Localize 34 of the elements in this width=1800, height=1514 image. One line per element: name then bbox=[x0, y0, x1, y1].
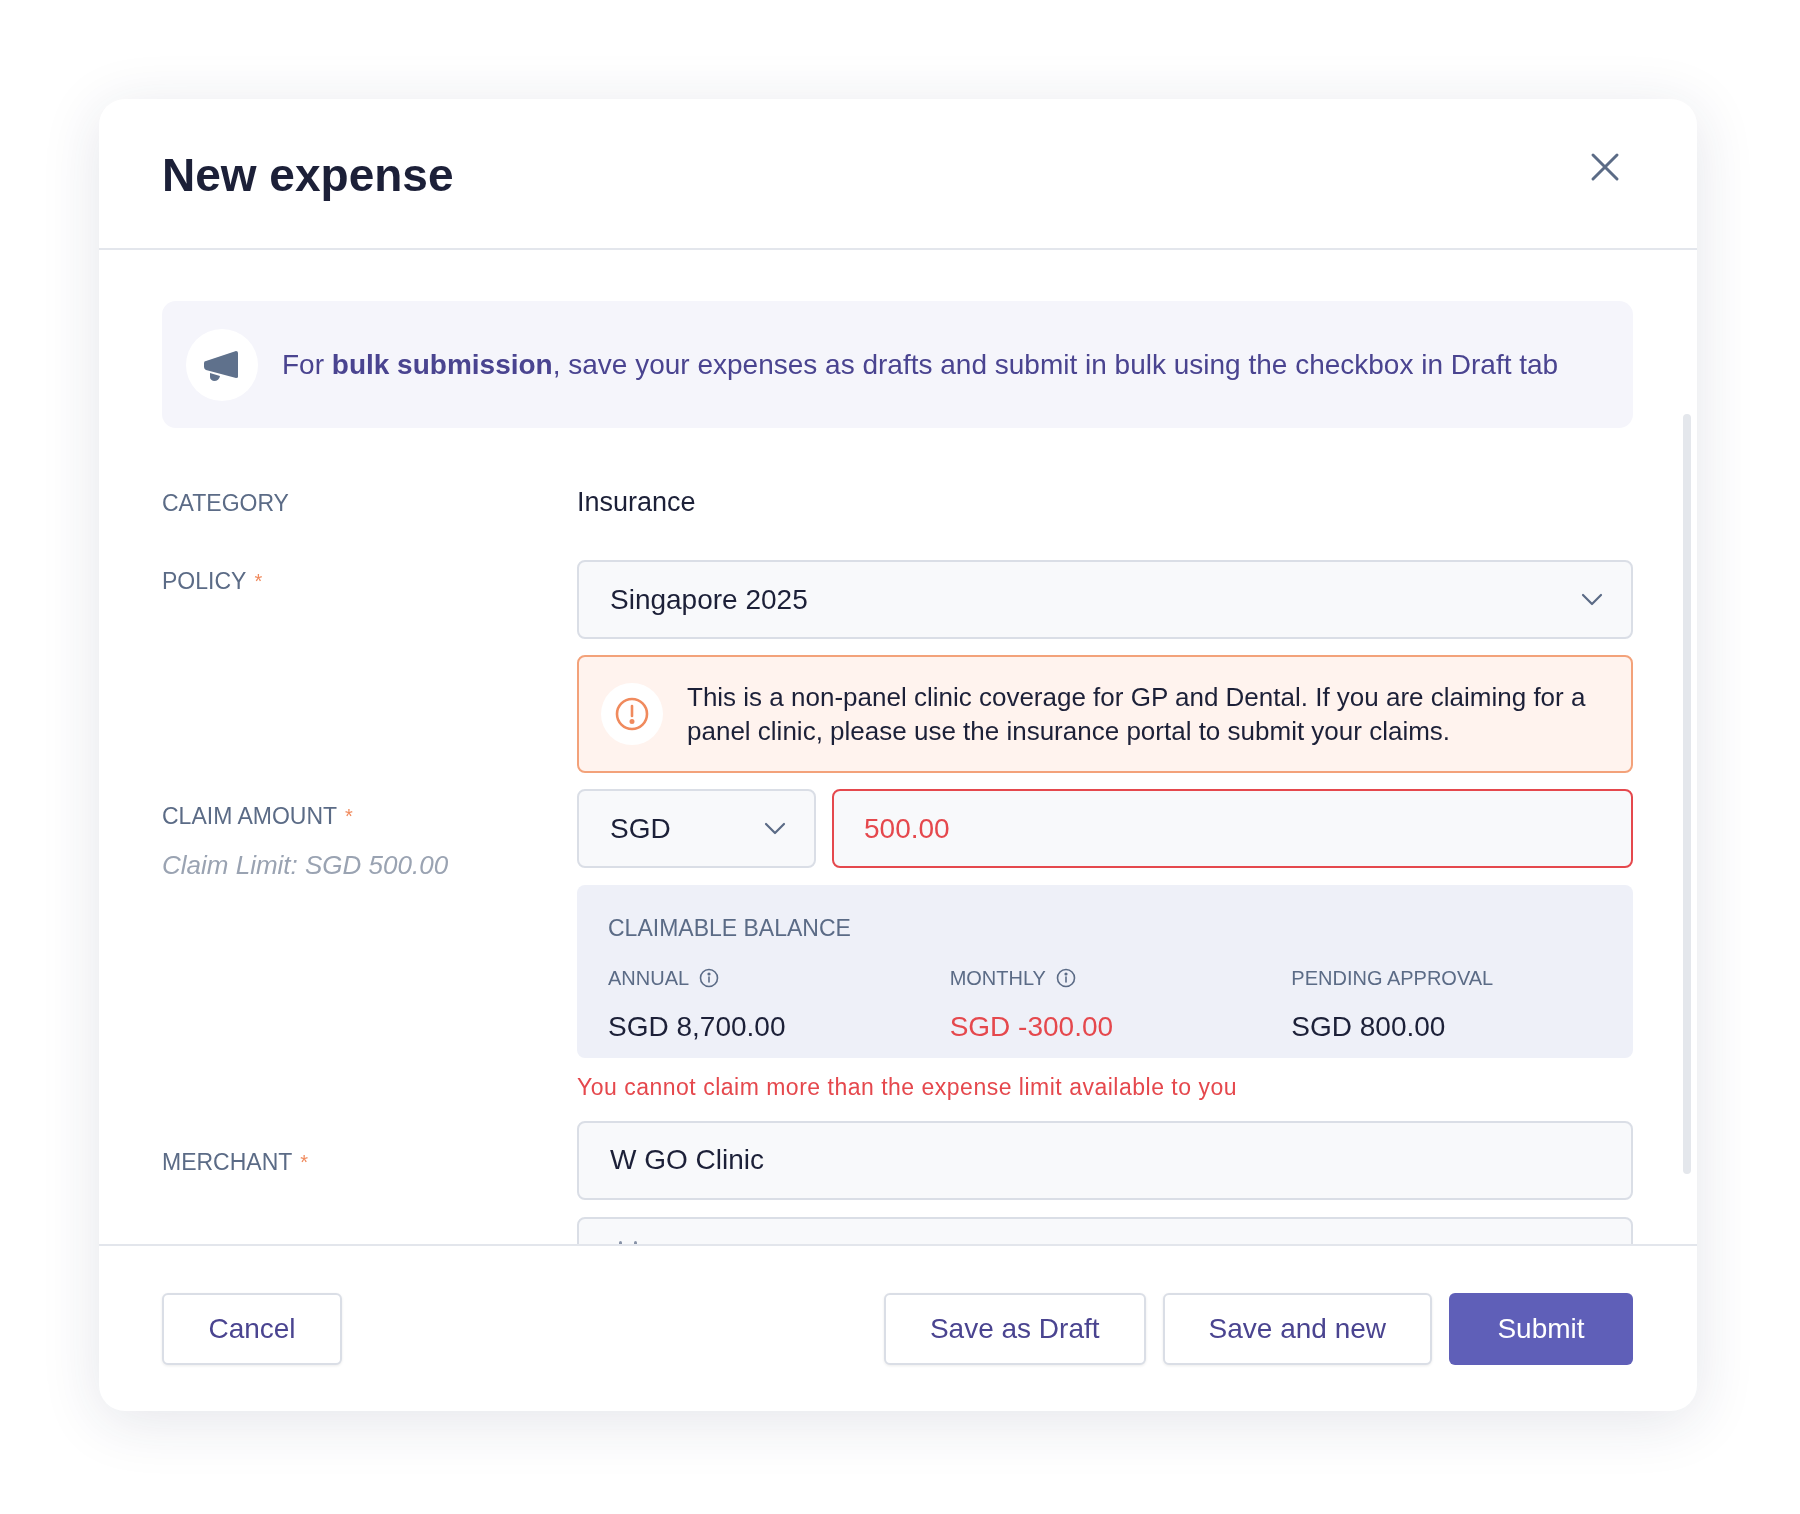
close-icon bbox=[1590, 151, 1620, 182]
merchant-input[interactable]: W GO Clinic bbox=[577, 1120, 1633, 1200]
chevron-down-icon bbox=[764, 821, 786, 836]
banner-text: For bulk submission, save your expenses as drafts and submit in bulk using the checkbox in Draft tab bbox=[282, 347, 1559, 382]
amount-input[interactable]: 500.00 bbox=[832, 789, 1633, 868]
submit-button[interactable]: Submit bbox=[1449, 1292, 1633, 1365]
required-mark: * bbox=[345, 804, 353, 830]
balance-label: ANNUAL bbox=[608, 965, 690, 991]
field-label: MERCHANT bbox=[162, 1147, 293, 1177]
error-message: You cannot claim more than the expense limit available to you bbox=[577, 1073, 1238, 1102]
balance-value: SGD 8,700.00 bbox=[608, 1009, 787, 1044]
scrollbar-thumb[interactable] bbox=[1683, 414, 1691, 1174]
cancel-button[interactable]: Cancel bbox=[162, 1292, 342, 1365]
category-value: Insurance bbox=[577, 485, 696, 519]
field-label: CLAIM AMOUNT bbox=[162, 802, 338, 831]
required-mark: * bbox=[300, 1149, 309, 1175]
exclamation-icon bbox=[615, 697, 649, 731]
secondary-button[interactable]: Save and new bbox=[1162, 1292, 1432, 1365]
secondary-button[interactable]: Save as Draft bbox=[883, 1292, 1146, 1365]
chevron-down-icon bbox=[1581, 592, 1603, 607]
claim-limit-hint: Claim Limit: SGD 500.00 bbox=[162, 848, 450, 882]
balance-label: PENDING APPROVAL bbox=[1291, 965, 1494, 991]
field-label: POLICY bbox=[162, 567, 247, 596]
balance-value: SGD -300.00 bbox=[949, 1009, 1115, 1044]
megaphone-icon bbox=[204, 348, 240, 381]
field-label: CATEGORY bbox=[162, 490, 289, 516]
required-mark: * bbox=[254, 569, 263, 595]
currency-select[interactable]: SGD bbox=[577, 789, 816, 868]
dialog-title: New expense bbox=[162, 148, 454, 203]
balance-value: SGD 800.00 bbox=[1291, 1009, 1447, 1044]
policy-select[interactable]: Singapore 2025 bbox=[577, 560, 1633, 639]
balance-title: CLAIMABLE BALANCE bbox=[608, 914, 852, 943]
balance-label: MONTHLY bbox=[949, 965, 1046, 991]
warning-text: This is a non-panel clinic coverage for GP and Dental. If you are claiming for a panel clinic, please use the insurance portal to submit your claims. bbox=[687, 681, 1587, 748]
